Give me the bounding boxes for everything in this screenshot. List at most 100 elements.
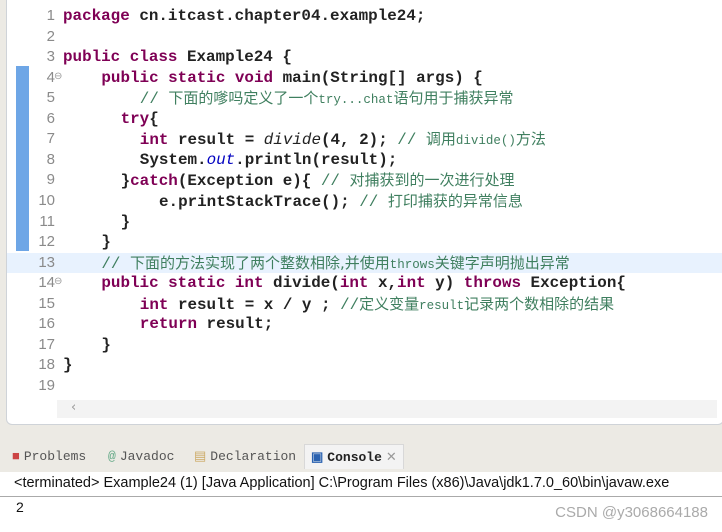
code-line[interactable]: 1 package cn.itcast.chapter04.example24; [7, 6, 722, 26]
code-line[interactable]: 9 }catch(Exception e){ // 对捕获到的一次进行处理 [7, 170, 722, 190]
code-token: try...chat [318, 90, 393, 108]
code-token: y) [425, 274, 464, 293]
code-token: } [120, 172, 131, 191]
code-line[interactable]: 15 int result = x / y ; //定义变量result记录两个数… [7, 294, 722, 314]
code-token: // [397, 131, 426, 150]
code-line[interactable]: 19 [7, 376, 722, 396]
console-view: <terminated> Example24 (1) [Java Applica… [0, 472, 722, 532]
code-token: 下面的嗲吗定义了一个 [168, 89, 319, 108]
code-token: int [139, 295, 169, 314]
code-line[interactable]: 4 ⊖ public static void main(String[] args)… [7, 68, 722, 88]
code-line[interactable]: 10 e.printStackTrace(); // 打印捕获的异常信息 [7, 191, 722, 211]
code-line[interactable]: 6 try{ [7, 109, 722, 129]
code-token: 语句用于捕获异常 [393, 89, 514, 108]
code-line[interactable]: 7 int result = divide(4, 2); // 调用divide(… [7, 129, 722, 149]
line-number: 9 [46, 171, 55, 189]
code-token: } [63, 356, 73, 375]
fold-icon[interactable]: ⊖ [54, 276, 62, 287]
code-line[interactable]: 3 public class Example24 { [7, 47, 722, 67]
code-token: package [63, 7, 130, 25]
line-number: 10 [38, 191, 55, 209]
code-token: throws [390, 255, 435, 273]
code-token: .println(result); [235, 150, 398, 169]
code-token: 关键字声明抛出异常 [435, 254, 570, 273]
code-line[interactable]: 12} [7, 232, 722, 252]
line-number: 14 [38, 274, 55, 292]
code-text: // 下面的嗲吗定义了一个try...chat语句用于捕获异常 [140, 88, 514, 110]
code-token: } [101, 233, 111, 252]
code-token: 调用 [425, 130, 456, 149]
code-token: Example24 { [177, 48, 292, 67]
code-line[interactable]: 2 [7, 27, 722, 47]
code-token: 语句用于捕获异常 [393, 89, 514, 108]
code-token: { [149, 109, 159, 128]
tab-console[interactable]: ▣ Console ✕ [304, 444, 404, 469]
tab-javadoc[interactable]: @ Javadoc [108, 444, 174, 468]
code-token: public class [63, 48, 178, 67]
line-number: 12 [38, 233, 55, 251]
code-text: } [101, 232, 111, 252]
code-token: 调用 [425, 130, 456, 149]
line-number: 3 [46, 48, 55, 66]
code-token: 下面的嗲吗定义了一个 [168, 89, 319, 108]
code-text: // 下面的方法实现了两个整数相除,并使用throws关键字声明抛出异常 [101, 253, 569, 275]
code-token: 定义变量 [359, 294, 420, 314]
code-text: e.printStackTrace(); // 打印捕获的异常信息 [159, 191, 523, 212]
code-token: int [339, 274, 369, 293]
code-line[interactable]: 14 ⊖ public static int divide(int x,int y)… [7, 273, 722, 293]
code-line[interactable]: 13 // 下面的方法实现了两个整数相除,并使用throws关键字声明抛出异常 [7, 252, 722, 275]
code-line[interactable]: 8 System.out.println(result); [7, 150, 722, 170]
code-text: public static int divide(int x,int y) th… [101, 273, 626, 293]
code-line[interactable]: 17} [7, 335, 722, 355]
scroll-left-icon[interactable]: ‹ [71, 400, 76, 415]
code-editor[interactable]: 1 package cn.itcast.chapter04.example24; 2… [6, 0, 722, 425]
code-token: cn.itcast.chapter04.example24; [139, 7, 426, 25]
tab-problems[interactable]: ■ Problems [12, 444, 86, 468]
code-text: int result = divide(4, 2); // 调用divide()… [140, 129, 546, 151]
fold-icon[interactable]: ⊖ [54, 71, 62, 82]
tab-declaration[interactable]: ▤ Declaration [194, 444, 296, 468]
code-token: 记录两个数相除的结果 [464, 294, 615, 313]
code-line[interactable]: 5 // 下面的嗲吗定义了一个try...chat语句用于捕获异常 [7, 88, 722, 108]
code-token: out [206, 150, 236, 169]
code-text: try{ [121, 109, 159, 129]
code-token: return [139, 315, 198, 334]
close-icon[interactable]: ✕ [386, 450, 397, 465]
code-token: int [139, 131, 169, 150]
code-token: // [139, 90, 169, 109]
code-line[interactable]: 11} [7, 212, 722, 232]
declaration-icon: ▤ [194, 448, 207, 464]
code-token: try [120, 109, 150, 128]
code-token: result = x / y ; [168, 295, 341, 314]
code-text: }catch(Exception e){ // 对捕获到的一次进行处理 [121, 170, 515, 191]
problems-icon: ■ [12, 448, 20, 464]
code-token: divide() [456, 131, 516, 149]
code-token: (Exception e){ [177, 172, 321, 191]
line-number: 19 [38, 376, 55, 394]
code-line[interactable]: 16 return result; [7, 314, 722, 334]
console-icon: ▣ [311, 449, 324, 465]
line-number: 4 [46, 68, 55, 86]
code-token: 定义变量 [359, 294, 420, 313]
code-token: 记录两个数相除的结果 [464, 294, 615, 314]
code-token: 打印捕获的异常信息 [388, 192, 523, 211]
code-token: try...chat [318, 93, 394, 108]
code-token: 对捕获到的一次进行处理 [349, 171, 514, 190]
console-output: 2 [16, 499, 24, 515]
line-number: 5 [46, 89, 55, 107]
line-number: 17 [38, 335, 55, 353]
code-token: public static int [101, 274, 264, 293]
bottom-panel-tabs: ■ Problems @ Javadoc ▤ Declaration ▣ Console… [0, 442, 722, 470]
code-token: divide() [455, 134, 516, 149]
code-line[interactable]: 18} [7, 355, 722, 375]
code-text: } [101, 335, 111, 355]
code-token: result; [197, 315, 274, 334]
console-status: <terminated> Example24 (1) [Java Applica… [14, 475, 670, 491]
code-token: divide [263, 131, 321, 150]
line-number: 2 [46, 27, 55, 45]
horizontal-scrollbar[interactable]: ‹ [57, 400, 717, 418]
code-text: } [63, 355, 73, 375]
code-token: x, [368, 274, 398, 293]
code-token: } [120, 212, 131, 231]
line-number: 8 [46, 150, 55, 168]
